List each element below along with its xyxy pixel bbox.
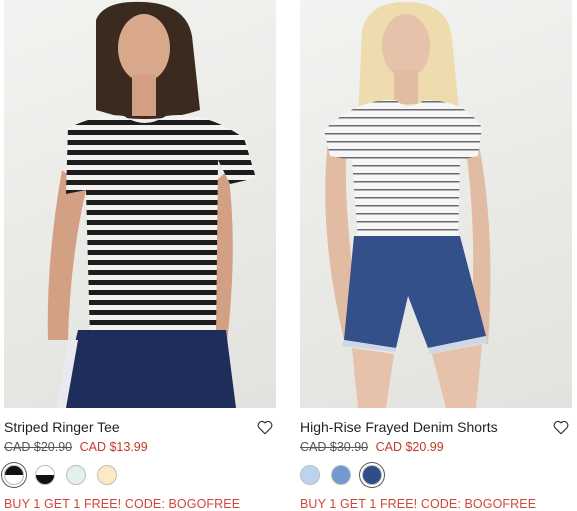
heart-icon[interactable]	[256, 418, 274, 436]
swatch-light-denim[interactable]	[300, 465, 320, 485]
original-price: CAD $30.90	[300, 440, 369, 454]
price: CAD $20.90 CAD $13.99	[4, 440, 276, 458]
product-name[interactable]: High-Rise Frayed Denim Shorts	[300, 419, 498, 435]
swatch-white-black[interactable]	[35, 465, 55, 485]
heart-icon[interactable]	[552, 418, 570, 436]
product-name[interactable]: Striped Ringer Tee	[4, 419, 120, 435]
sale-price: CAD $13.99	[79, 440, 148, 454]
product-image[interactable]	[4, 0, 276, 408]
promo-text: BUY 1 GET 1 FREE! CODE: BOGOFREE	[4, 497, 241, 511]
swatch-cream[interactable]	[97, 465, 117, 485]
product-card-striped-ringer-tee[interactable]: Striped Ringer Tee CAD $20.90 CAD $13.99…	[4, 0, 276, 511]
swatch-mint[interactable]	[66, 465, 86, 485]
price: CAD $30.90 CAD $20.99	[300, 440, 572, 458]
sale-price: CAD $20.99	[375, 440, 444, 454]
product-card-denim-shorts[interactable]: High-Rise Frayed Denim Shorts CAD $30.90…	[300, 0, 572, 511]
promo-text: BUY 1 GET 1 FREE! CODE: BOGOFREE	[300, 497, 537, 511]
product-image[interactable]	[300, 0, 572, 408]
color-swatches	[4, 465, 276, 487]
swatch-dark-denim[interactable]	[362, 465, 382, 485]
color-swatches	[300, 465, 572, 487]
swatch-black-white[interactable]	[4, 465, 24, 485]
original-price: CAD $20.90	[4, 440, 73, 454]
swatch-medium-denim[interactable]	[331, 465, 351, 485]
